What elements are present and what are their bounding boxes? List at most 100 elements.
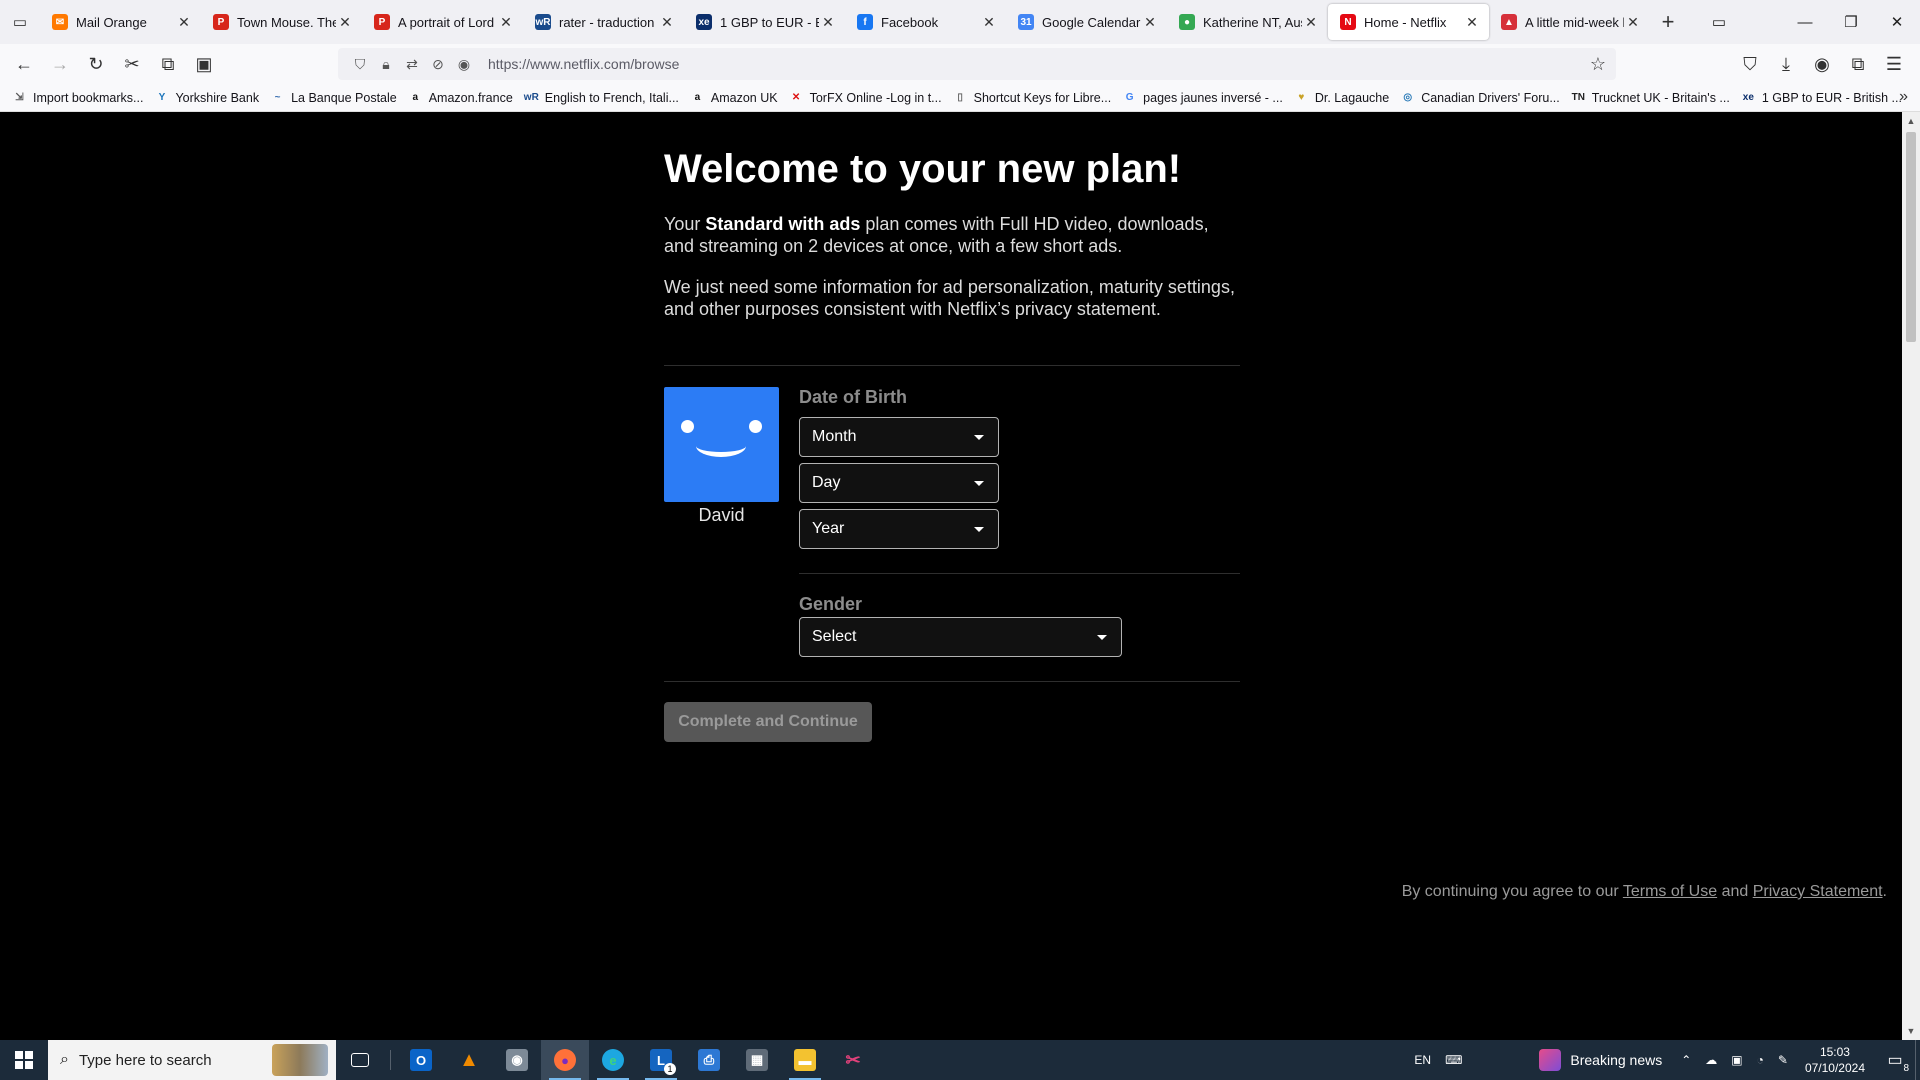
calculator-icon[interactable]: ▦ [733, 1040, 781, 1080]
close-tab-icon[interactable]: ✕ [658, 14, 676, 31]
tab-list-icon[interactable]: ▭ [0, 0, 40, 44]
close-tab-icon[interactable]: ✕ [336, 14, 354, 31]
bookmark-item[interactable]: TN Trucknet UK - Britain's ... [1571, 90, 1730, 105]
news-widget[interactable]: Breaking news [1539, 1049, 1662, 1071]
bookmark-label: 1 GBP to EUR - British ... [1761, 90, 1902, 105]
tab-bar: ▭ ✉Mail Orange✕PTown Mouse. The b✕PA por… [0, 0, 1920, 44]
language-indicator[interactable]: EN [1414, 1053, 1431, 1067]
clock[interactable]: 15:03 07/10/2024 [1805, 1044, 1865, 1076]
start-button[interactable] [0, 1040, 48, 1080]
address-bar[interactable]: ⛉ 🔒︎ ⇄ ⊘ ◉ https://www.netflix.com/brows… [338, 48, 1616, 80]
bookmark-label: Canadian Drivers' Foru... [1421, 90, 1560, 105]
close-tab-icon[interactable]: ✕ [819, 14, 837, 31]
bookmark-item[interactable]: ♥ Dr. Lagauche [1294, 90, 1389, 105]
scanner-icon[interactable]: ⎙ [685, 1040, 733, 1080]
windows-taskbar: ⌕ Type here to search O ▲ ◉ ● e L1 ⎙ ▦ ▬… [0, 1040, 1920, 1080]
bookmark-item[interactable]: wR English to French, Itali... [524, 90, 679, 105]
clipboard-icon[interactable]: ▣ [188, 48, 220, 80]
permissions-icon[interactable]: ⇄ [400, 56, 424, 73]
year-select-value: Year [812, 520, 845, 537]
browser-tab[interactable]: ▲ A little mid-week h ✕ [1489, 4, 1650, 40]
lock-icon[interactable]: 🔒︎ [374, 56, 398, 73]
day-select[interactable]: Day [799, 463, 999, 503]
display-icon[interactable]: ▣ [1731, 1053, 1742, 1067]
browser-tab[interactable]: P Town Mouse. The b✕ [201, 4, 362, 40]
minimize-button[interactable]: — [1782, 0, 1828, 44]
shield-icon[interactable]: ⛉ [348, 56, 372, 73]
outlook-icon[interactable]: O [397, 1040, 445, 1080]
bookmark-item[interactable]: ⇲ Import bookmarks... [12, 90, 143, 105]
close-tab-icon[interactable]: ✕ [1302, 14, 1320, 31]
tracking-blocked-icon[interactable]: ⊘ [426, 56, 450, 73]
bookmark-item[interactable]: ✕ TorFX Online -Log in t... [789, 90, 942, 105]
close-tab-icon[interactable]: ✕ [1463, 14, 1481, 31]
close-tab-icon[interactable]: ✕ [1141, 14, 1159, 31]
back-icon[interactable]: ← [8, 48, 40, 80]
terms-of-use-link[interactable]: Terms of Use [1623, 883, 1717, 900]
close-tab-icon[interactable]: ✕ [1624, 14, 1642, 31]
scroll-up-icon[interactable]: ▲ [1902, 112, 1920, 130]
bookmark-item[interactable]: a Amazon UK [690, 90, 778, 105]
new-tab-button[interactable]: + [1650, 9, 1686, 35]
snipping-tool-icon[interactable]: ✂ [829, 1040, 877, 1080]
browser-tab[interactable]: f Facebook ✕ [845, 4, 1006, 40]
month-select[interactable]: Month [799, 417, 999, 457]
pocket-icon[interactable]: ⛉ [1734, 48, 1766, 80]
day-select-value: Day [812, 474, 841, 491]
restore-button[interactable]: ❐ [1828, 0, 1874, 44]
caret-down-icon [1097, 635, 1107, 640]
edge-icon[interactable]: e [589, 1040, 637, 1080]
close-tab-icon[interactable]: ✕ [980, 14, 998, 31]
downloads-icon[interactable]: ⤓ [1770, 48, 1802, 80]
close-tab-icon[interactable]: ✕ [175, 14, 193, 31]
notification-center-icon[interactable]: ▭ 8 [1875, 1040, 1915, 1080]
bookmark-item[interactable]: Gpages jaunes inversé - ... [1122, 90, 1283, 105]
bookmark-item[interactable]: a Amazon.france [408, 90, 512, 105]
page-scrollbar[interactable]: ▲ ▼ [1902, 112, 1920, 1040]
file-explorer-icon[interactable]: ▬ [781, 1040, 829, 1080]
taskbar-search[interactable]: ⌕ Type here to search [48, 1040, 336, 1080]
bookmark-item[interactable]: ▯ Shortcut Keys for Libre... [953, 90, 1111, 105]
bookmark-item[interactable]: ◎ Canadian Drivers' Foru... [1400, 90, 1560, 105]
bookmark-star-icon[interactable]: ☆ [1590, 54, 1606, 75]
account-icon[interactable]: ◉ [1806, 48, 1838, 80]
copy-icon[interactable]: ⧉ [152, 48, 184, 80]
privacy-statement-link[interactable]: Privacy Statement [1753, 883, 1883, 900]
browser-tab[interactable]: xe 1 GBP to EUR - Britis✕ [684, 4, 845, 40]
cut-icon[interactable]: ✂ [116, 48, 148, 80]
show-desktop-button[interactable] [1915, 1040, 1920, 1080]
bookmark-item[interactable]: ~ La Banque Postale [270, 90, 397, 105]
gender-select[interactable]: Select [799, 617, 1122, 657]
onedrive-icon[interactable]: ☁ [1705, 1053, 1717, 1067]
firefox-icon[interactable]: ● [541, 1040, 589, 1080]
network-icon[interactable]: ◔ [1757, 1053, 1764, 1067]
reload-icon[interactable]: ↻ [80, 48, 112, 80]
extensions-icon[interactable]: ⧉ [1842, 48, 1874, 80]
browser-tab[interactable]: N Home - Netflix ✕ [1328, 4, 1489, 40]
chevron-up-icon[interactable]: ⌃ [1681, 1053, 1691, 1067]
list-all-tabs-icon[interactable]: ▭ [1696, 0, 1742, 44]
browser-tab[interactable]: 31 Google Calendar - V✕ [1006, 4, 1167, 40]
close-tab-icon[interactable]: ✕ [497, 14, 515, 31]
camera-icon[interactable]: ◉ [493, 1040, 541, 1080]
browser-tab[interactable]: P A portrait of Lord B ✕ [362, 4, 523, 40]
task-view-icon[interactable] [336, 1040, 384, 1080]
scroll-down-icon[interactable]: ▼ [1902, 1022, 1920, 1040]
vlc-icon[interactable]: ▲ [445, 1040, 493, 1080]
browser-tab[interactable]: ✉ Mail Orange ✕ [40, 4, 201, 40]
browser-tab[interactable]: wR rater - traduction - [✕ [523, 4, 684, 40]
browser-tab[interactable]: ● Katherine NT, Austr✕ [1167, 4, 1328, 40]
forward-icon[interactable]: → [44, 48, 76, 80]
bookmark-item[interactable]: Y Yorkshire Bank [154, 90, 259, 105]
keyboard-icon[interactable]: ⌨ [1445, 1053, 1462, 1067]
menu-icon[interactable]: ☰ [1878, 48, 1910, 80]
more-bookmarks-icon[interactable]: » [1899, 88, 1908, 106]
bookmark-item[interactable]: xe 1 GBP to EUR - British ... [1741, 90, 1902, 105]
launcher-icon[interactable]: L1 [637, 1040, 685, 1080]
complete-and-continue-button[interactable]: Complete and Continue [664, 702, 872, 742]
scroll-thumb[interactable] [1906, 132, 1916, 342]
url-text[interactable]: https://www.netflix.com/browse [488, 56, 679, 72]
close-window-button[interactable]: ✕ [1874, 0, 1920, 44]
pen-icon[interactable]: ✎ [1778, 1053, 1788, 1067]
year-select[interactable]: Year [799, 509, 999, 549]
